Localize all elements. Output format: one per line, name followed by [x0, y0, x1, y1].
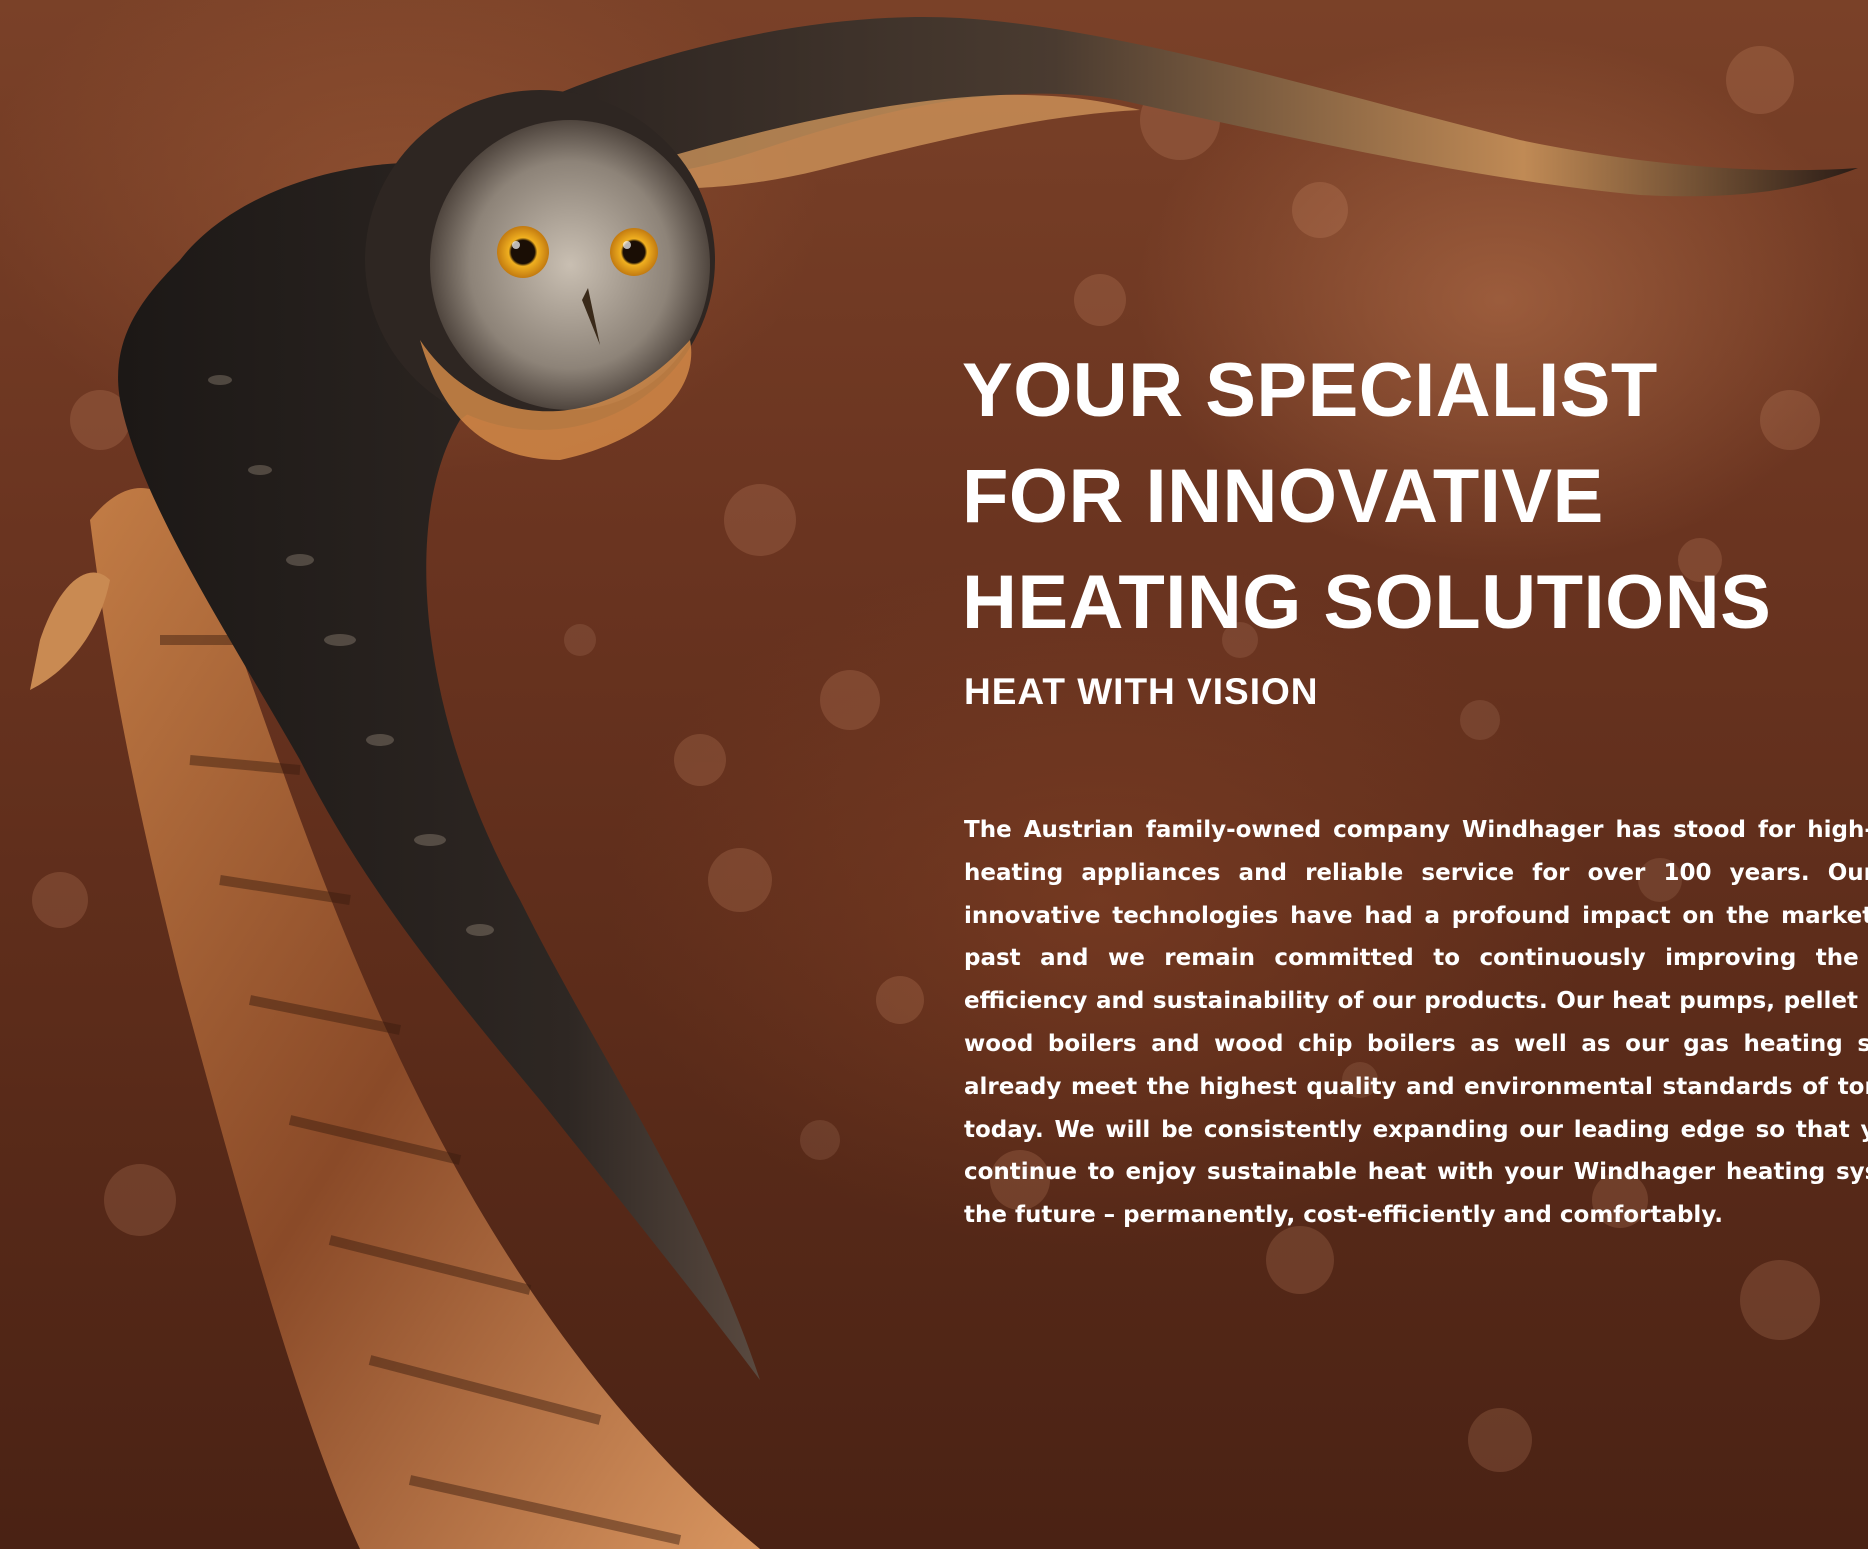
page-headline: YOUR SPECIALIST FOR INNOVATIVE HEATING S…	[962, 338, 1868, 656]
headline-line-1: YOUR SPECIALIST	[962, 348, 1658, 433]
subheadline: HEAT WITH VISION	[964, 671, 1319, 712]
body-paragraph: The Austrian family-owned company Windha…	[964, 817, 1868, 1229]
brochure-page: YOUR SPECIALIST FOR INNOVATIVE HEATING S…	[0, 0, 1868, 1549]
headline-line-3: HEATING SOLUTIONS	[962, 560, 1772, 645]
intro-copy: YOUR SPECIALIST FOR INNOVATIVE HEATING S…	[962, 338, 1868, 1237]
headline-line-2: FOR INNOVATIVE	[962, 454, 1604, 539]
